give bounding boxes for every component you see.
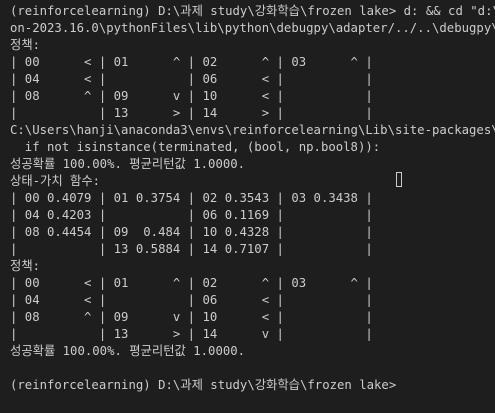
- terminal-line: | 08 0.4454 | 09 0.484 | 10 0.4328 | |: [10, 225, 373, 239]
- terminal-line: | 00 < | 01 ^ | 02 ^ | 03 ^ |: [10, 276, 373, 290]
- terminal-line: | 04 < | | 06 < | |: [10, 72, 373, 86]
- terminal-line: | 04 0.4203 | | 06 0.1169 | |: [10, 208, 373, 222]
- terminal-line: | 00 0.4079 | 01 0.3754 | 02 0.3543 | 03…: [10, 191, 373, 205]
- terminal-line: if not isinstance(terminated, (bool, np.…: [10, 140, 381, 154]
- terminal-line: | | 13 > | 14 > | |: [10, 106, 373, 120]
- terminal-line: | | 13 0.5884 | 14 0.7107 | |: [10, 242, 373, 256]
- terminal-line: | 00 < | 01 ^ | 02 ^ | 03 ^ |: [10, 55, 373, 69]
- terminal-line: 정책:: [10, 259, 41, 273]
- terminal-line: on-2023.16.0\pythonFiles\lib\python\debu…: [10, 21, 495, 35]
- terminal-line: | | 13 > | 14 v | |: [10, 327, 373, 341]
- terminal-cursor: [396, 172, 402, 187]
- terminal-panel[interactable]: (reinforcelearning) D:\과제 study\강화학습\fro…: [0, 0, 495, 413]
- terminal-line: 성공확률 100.00%. 평균리턴값 1.0000.: [10, 344, 246, 358]
- terminal-line: C:\Users\hanji\anaconda3\envs\reinforcel…: [10, 123, 495, 137]
- terminal-line: 상태-가치 함수:: [10, 174, 101, 188]
- terminal-output: (reinforcelearning) D:\과제 study\강화학습\fro…: [10, 3, 495, 394]
- terminal-line: 성공확률 100.00%. 평균리턴값 1.0000.: [10, 157, 246, 171]
- terminal-line: | 08 ^ | 09 v | 10 < | |: [10, 89, 373, 103]
- terminal-line: | 08 ^ | 09 v | 10 < | |: [10, 310, 373, 324]
- terminal-line: (reinforcelearning) D:\과제 study\강화학습\fro…: [10, 378, 397, 392]
- terminal-line: | 04 < | | 06 < | |: [10, 293, 373, 307]
- terminal-line: (reinforcelearning) D:\과제 study\강화학습\fro…: [10, 4, 495, 18]
- terminal-line: 정책:: [10, 38, 41, 52]
